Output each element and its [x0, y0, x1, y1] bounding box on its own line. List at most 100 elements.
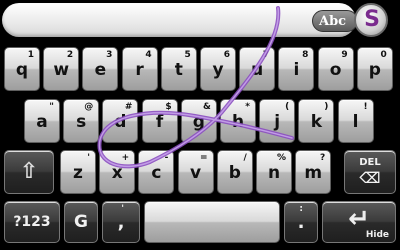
- shift-icon: ⇧: [19, 159, 39, 184]
- key-label: n: [267, 163, 281, 183]
- key-label: u: [251, 60, 264, 80]
- key-label: c: [151, 163, 162, 183]
- key-i[interactable]: i8: [278, 47, 315, 91]
- key-sub-label: (: [285, 102, 290, 112]
- key-h[interactable]: h *: [220, 99, 256, 143]
- key-label: g: [192, 112, 205, 132]
- key-label: t: [174, 60, 183, 80]
- logo-letter: S: [364, 7, 380, 32]
- key-sub-label: 0: [380, 50, 387, 60]
- key-x[interactable]: x +: [99, 150, 136, 194]
- key-j[interactable]: j(: [259, 99, 296, 143]
- key-sub-label: 4: [145, 50, 152, 60]
- key-y[interactable]: y6: [200, 47, 236, 91]
- key-sub-label: /: [243, 153, 247, 163]
- key-k[interactable]: k): [298, 99, 335, 143]
- hide-label: Hide: [365, 230, 389, 240]
- backspace-icon: ⌫: [359, 169, 381, 187]
- delete-key[interactable]: DEL ⌫: [344, 150, 396, 194]
- key-label: r: [135, 60, 144, 80]
- key-n[interactable]: n%: [256, 150, 292, 194]
- key-m[interactable]: m?: [295, 150, 332, 194]
- comma-key[interactable]: , ': [102, 201, 140, 243]
- key-label: b: [228, 163, 241, 183]
- key-a[interactable]: a ": [24, 99, 60, 143]
- key-sub-label: ): [324, 102, 329, 112]
- comma-label: ,: [117, 212, 125, 233]
- key-label: q: [15, 60, 29, 80]
- key-label: i: [293, 60, 300, 80]
- numbers-key[interactable]: ?123: [4, 201, 60, 243]
- key-label: s: [76, 112, 87, 132]
- key-e[interactable]: e3: [82, 47, 119, 91]
- key-label: x: [111, 163, 123, 183]
- key-label: p: [368, 60, 381, 80]
- period-key[interactable]: . :: [284, 201, 318, 243]
- key-c[interactable]: c-: [138, 150, 175, 194]
- enter-key[interactable]: ↵ Hide: [322, 201, 396, 243]
- key-d[interactable]: d #: [102, 99, 139, 143]
- key-sub-label: %: [276, 153, 286, 163]
- key-sub-label: ": [49, 102, 54, 112]
- g-key[interactable]: G: [64, 201, 98, 243]
- key-label: k: [310, 112, 323, 132]
- period-sub: :: [299, 204, 303, 214]
- key-w[interactable]: w2: [43, 47, 80, 91]
- key-sub-label: 2: [66, 50, 74, 60]
- key-sub-label: #: [124, 102, 133, 112]
- key-v[interactable]: v =: [177, 150, 214, 194]
- key-z[interactable]: z ': [60, 150, 96, 194]
- key-sub-label: -: [164, 153, 169, 163]
- mode-abc-button[interactable]: Abc: [312, 10, 358, 32]
- key-label: m: [304, 163, 323, 183]
- space-key[interactable]: [144, 201, 280, 243]
- key-sub-label: $: [165, 102, 172, 112]
- key-sub-label: +: [121, 153, 130, 163]
- key-sub-label: *: [245, 102, 250, 112]
- key-sub-label: !: [363, 102, 368, 112]
- key-f[interactable]: f $: [141, 99, 178, 143]
- shift-key[interactable]: ⇧: [4, 150, 54, 194]
- key-g[interactable]: g &: [180, 99, 217, 143]
- abc-label: Abc: [319, 14, 347, 29]
- key-sub-label: 7: [262, 50, 270, 60]
- key-o[interactable]: o9: [317, 47, 354, 91]
- key-r[interactable]: r4: [121, 47, 158, 91]
- key-q[interactable]: q1: [4, 47, 40, 91]
- key-sub-label: 5: [184, 50, 191, 60]
- key-l[interactable]: l!: [337, 99, 374, 143]
- key-label: w: [53, 60, 70, 80]
- key-sub-label: @: [84, 102, 94, 112]
- key-t[interactable]: t5: [160, 47, 197, 91]
- key-sub-label: 6: [223, 50, 230, 60]
- comma-sub: ': [121, 204, 124, 214]
- key-sub-label: 8: [302, 50, 309, 60]
- key-label: j: [274, 112, 281, 132]
- key-label: z: [73, 163, 83, 183]
- text-input-bar[interactable]: [2, 3, 356, 37]
- key-label: o: [329, 60, 342, 80]
- key-sub-label: ': [87, 153, 90, 163]
- numbers-label: ?123: [13, 214, 51, 230]
- key-label: l: [352, 112, 359, 132]
- key-label: a: [36, 112, 48, 132]
- key-sub-label: &: [202, 102, 211, 112]
- key-p[interactable]: p0: [356, 47, 393, 91]
- key-label: v: [190, 163, 202, 183]
- key-b[interactable]: b /: [216, 150, 253, 194]
- key-sub-label: 9: [341, 50, 348, 60]
- delete-label: DEL: [359, 157, 381, 168]
- swype-logo-button[interactable]: S: [354, 3, 388, 37]
- key-s[interactable]: s @: [63, 99, 100, 143]
- key-label: f: [155, 112, 164, 132]
- key-u[interactable]: u7: [239, 47, 276, 91]
- key-sub-label: 3: [106, 50, 113, 60]
- key-label: e: [94, 60, 107, 80]
- key-label: y: [212, 60, 224, 80]
- key-sub-label: ?: [319, 153, 326, 163]
- key-sub-label: 1: [27, 50, 34, 60]
- key-sub-label: =: [200, 153, 208, 163]
- key-label: h: [231, 112, 245, 132]
- g-label: G: [74, 212, 88, 232]
- key-label: d: [114, 112, 127, 132]
